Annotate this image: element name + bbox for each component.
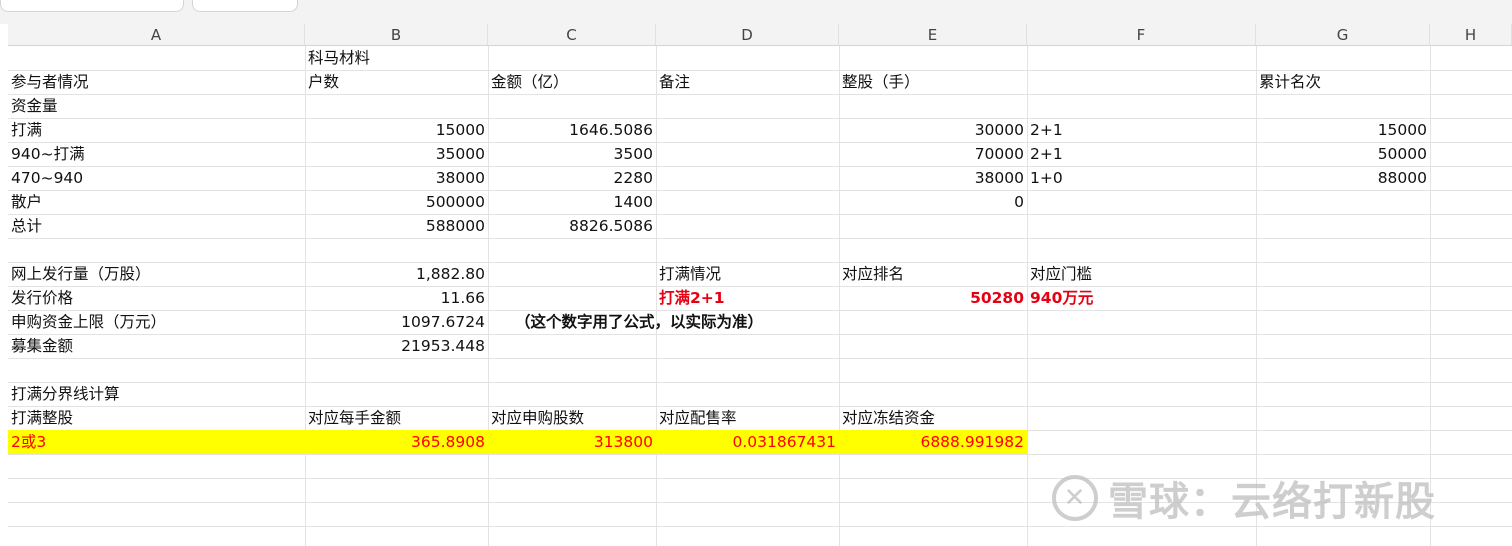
cell-c17[interactable]: 313800 — [488, 430, 656, 454]
cell-b10[interactable]: 1,882.80 — [305, 262, 488, 286]
cell-a7[interactable]: 散户 — [8, 190, 305, 214]
cell-b13[interactable]: 21953.448 — [305, 334, 488, 358]
cell-b12[interactable]: 1097.6724 — [305, 310, 488, 334]
cell-a12[interactable]: 申购资金上限（万元） — [8, 310, 305, 334]
cell-a3[interactable]: 资金量 — [8, 94, 305, 118]
cell-e4[interactable]: 30000 — [839, 118, 1027, 142]
cell-d2[interactable]: 备注 — [656, 70, 839, 94]
column-header-c[interactable]: C — [488, 24, 656, 46]
cell-c5[interactable]: 3500 — [488, 142, 656, 166]
column-header-a[interactable]: A — [8, 24, 305, 46]
cell-b2[interactable]: 户数 — [305, 70, 488, 94]
cell-b7[interactable]: 500000 — [305, 190, 488, 214]
formula-bar-area — [0, 0, 1512, 24]
cell-e7[interactable]: 0 — [839, 190, 1027, 214]
column-header-h[interactable]: H — [1430, 24, 1512, 46]
cell-c12-note[interactable]: （这个数字用了公式，以实际为准） — [512, 310, 842, 334]
cell-b8[interactable]: 588000 — [305, 214, 488, 238]
cell-d17[interactable]: 0.031867431 — [656, 430, 839, 454]
cell-b1[interactable]: 科马材料 — [305, 46, 488, 70]
cell-e17[interactable]: 6888.991982 — [839, 430, 1027, 454]
cell-c8[interactable]: 8826.5086 — [488, 214, 656, 238]
column-header-d[interactable]: D — [656, 24, 839, 46]
cell-a2[interactable]: 参与者情况 — [8, 70, 305, 94]
cell-b17[interactable]: 365.8908 — [305, 430, 488, 454]
cell-b5[interactable]: 35000 — [305, 142, 488, 166]
watermark: ✕ 雪球：云络打新股 — [1052, 470, 1436, 526]
watermark-text: 雪球：云络打新股 — [1108, 479, 1436, 525]
search-box[interactable] — [192, 0, 298, 12]
snowball-logo-icon: ✕ — [1052, 475, 1098, 521]
cell-b11[interactable]: 11.66 — [305, 286, 488, 310]
cell-c2[interactable]: 金额（亿） — [488, 70, 656, 94]
cell-a15[interactable]: 打满分界线计算 — [8, 382, 305, 406]
cell-d11[interactable]: 打满2+1 — [656, 286, 839, 310]
cell-c4[interactable]: 1646.5086 — [488, 118, 656, 142]
cell-d16[interactable]: 对应配售率 — [656, 406, 839, 430]
cell-b4[interactable]: 15000 — [305, 118, 488, 142]
cell-a13[interactable]: 募集金额 — [8, 334, 305, 358]
cell-e16[interactable]: 对应冻结资金 — [839, 406, 1027, 430]
cell-e10[interactable]: 对应排名 — [839, 262, 1027, 286]
cell-f5[interactable]: 2+1 — [1027, 142, 1256, 166]
cell-c6[interactable]: 2280 — [488, 166, 656, 190]
cell-d10[interactable]: 打满情况 — [656, 262, 839, 286]
cell-e6[interactable]: 38000 — [839, 166, 1027, 190]
cell-c7[interactable]: 1400 — [488, 190, 656, 214]
cell-a11[interactable]: 发行价格 — [8, 286, 305, 310]
cell-a4[interactable]: 打满 — [8, 118, 305, 142]
cell-e11[interactable]: 50280 — [839, 286, 1027, 310]
column-header-f[interactable]: F — [1027, 24, 1256, 46]
cell-a6[interactable]: 470~940 — [8, 166, 305, 190]
column-header-b[interactable]: B — [305, 24, 488, 46]
cell-a8[interactable]: 总计 — [8, 214, 305, 238]
column-header-e[interactable]: E — [839, 24, 1027, 46]
cell-g5[interactable]: 50000 — [1256, 142, 1430, 166]
cell-a16[interactable]: 打满整股 — [8, 406, 305, 430]
cell-a10[interactable]: 网上发行量（万股） — [8, 262, 305, 286]
cell-e2[interactable]: 整股（手） — [839, 70, 1027, 94]
cell-f10[interactable]: 对应门槛 — [1027, 262, 1256, 286]
cell-b6[interactable]: 38000 — [305, 166, 488, 190]
cell-c16[interactable]: 对应申购股数 — [488, 406, 656, 430]
cell-b16[interactable]: 对应每手金额 — [305, 406, 488, 430]
cell-a5[interactable]: 940~打满 — [8, 142, 305, 166]
cell-g4[interactable]: 15000 — [1256, 118, 1430, 142]
cell-f11[interactable]: 940万元 — [1027, 286, 1256, 310]
cell-f6[interactable]: 1+0 — [1027, 166, 1256, 190]
cell-e5[interactable]: 70000 — [839, 142, 1027, 166]
column-header-g[interactable]: G — [1256, 24, 1430, 46]
cell-a17[interactable]: 2或3 — [8, 430, 305, 454]
cell-g6[interactable]: 88000 — [1256, 166, 1430, 190]
cell-f4[interactable]: 2+1 — [1027, 118, 1256, 142]
cell-g2[interactable]: 累计名次 — [1256, 70, 1430, 94]
name-box[interactable] — [0, 0, 184, 12]
